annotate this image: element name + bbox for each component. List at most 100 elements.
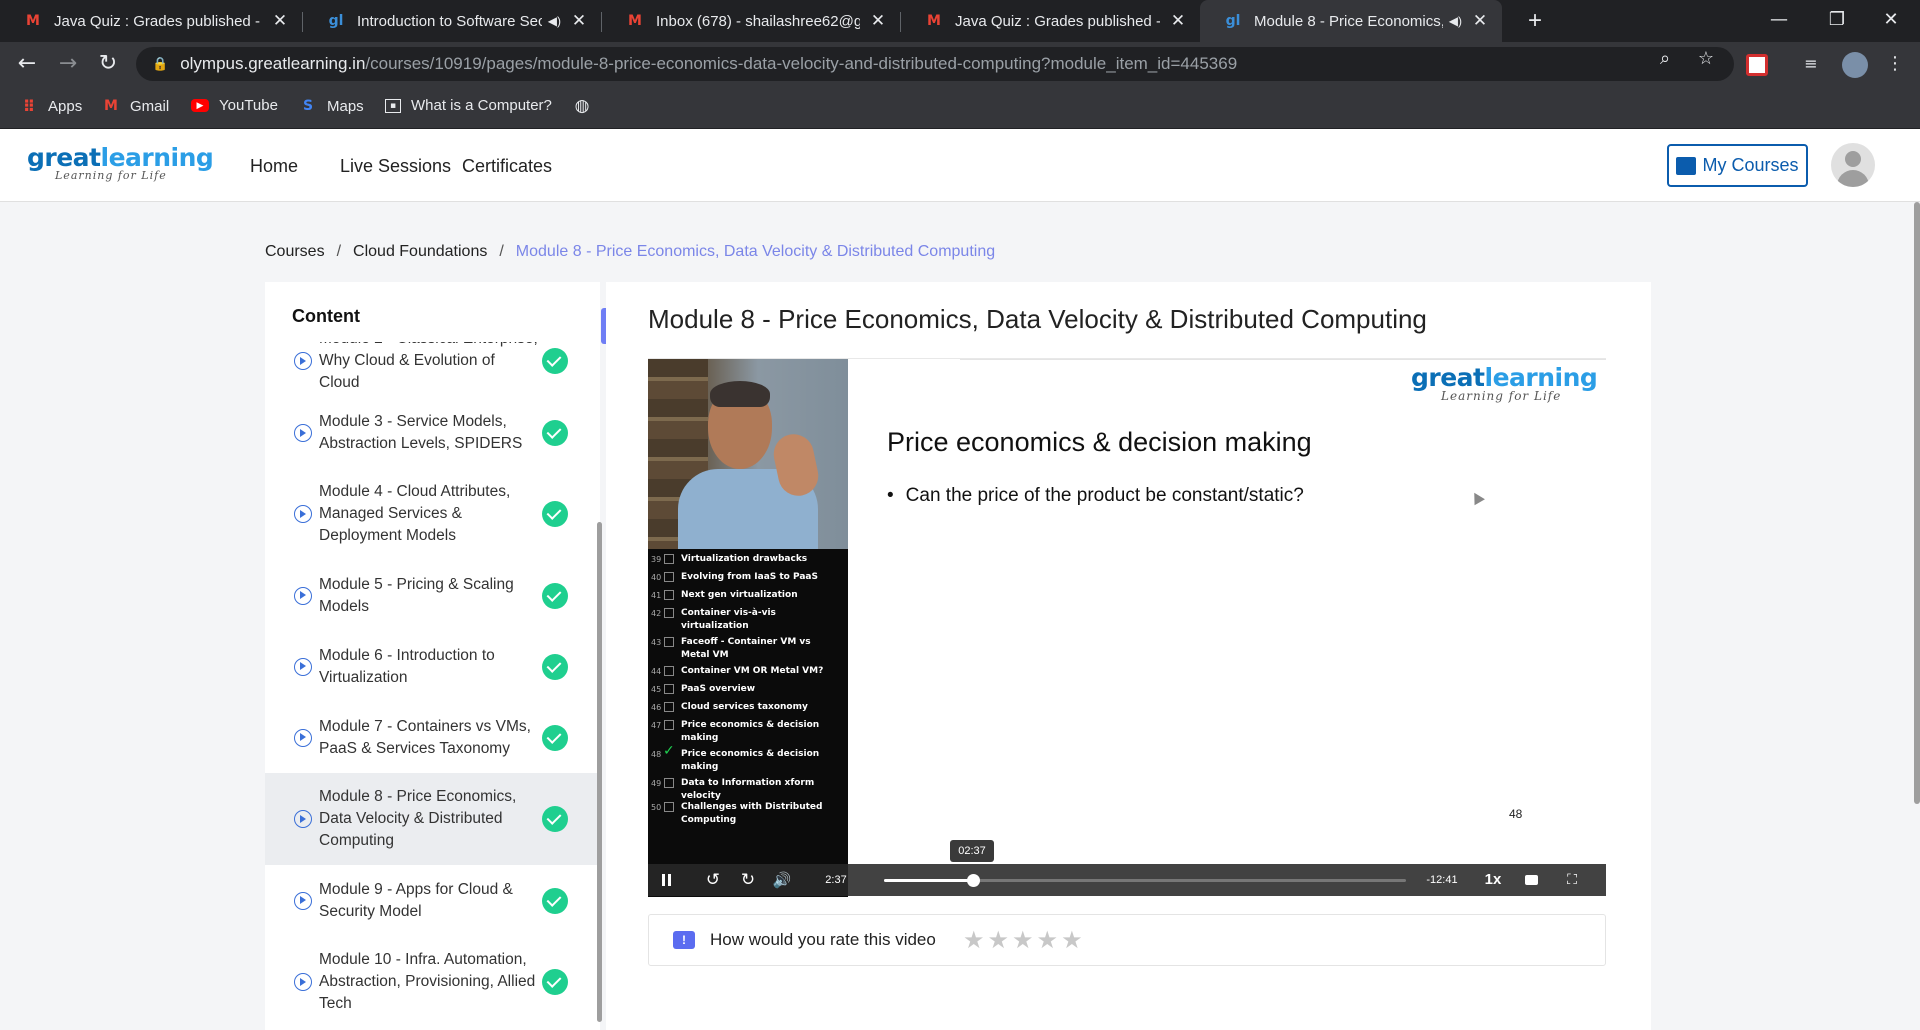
module-label: Module 8 - Price Economics, Data Velocit… <box>319 788 517 849</box>
module-item-4[interactable]: Module 4 - Cloud Attributes, Managed Ser… <box>265 468 598 560</box>
menu-kebab-icon[interactable]: ⋮ <box>1885 54 1905 74</box>
forward-skip-icon[interactable]: ↻ <box>738 864 758 896</box>
seek-bar[interactable] <box>884 874 1406 887</box>
profile-avatar-icon[interactable] <box>1842 52 1868 78</box>
close-tab-icon[interactable]: ✕ <box>1168 11 1188 31</box>
bookmark-apps[interactable]: ⠿ Apps <box>20 97 82 116</box>
zoom-search-icon[interactable]: ⌕ <box>1655 49 1675 69</box>
module-label: Module 6 - Introduction to Virtualizatio… <box>319 646 495 686</box>
checkbox-icon <box>664 554 674 564</box>
checkbox-icon <box>664 572 674 582</box>
nav-home[interactable]: Home <box>250 156 298 177</box>
checkbox-icon <box>664 608 674 618</box>
bookmark-star-icon[interactable]: ☆ <box>1696 49 1716 69</box>
checkbox-icon <box>664 720 674 730</box>
module-item-2[interactable]: Module 2 - Classical Enterprise, Why Clo… <box>265 342 598 398</box>
sidebar-scrollbar[interactable] <box>597 522 602 1022</box>
forward-icon[interactable]: → <box>52 48 84 80</box>
playback-speed-button[interactable]: 1x <box>1478 864 1508 896</box>
breadcrumb-course[interactable]: Cloud Foundations <box>353 243 487 261</box>
module-label: Module 5 - Pricing & Scaling Models <box>319 575 514 615</box>
module-item-9[interactable]: Module 9 - Apps for Cloud & Security Mod… <box>265 865 598 936</box>
module-item-5[interactable]: Module 5 - Pricing & Scaling Models <box>265 560 598 631</box>
new-tab-button[interactable]: + <box>1520 6 1550 36</box>
url-host: olympus.greatlearning.in <box>180 54 366 73</box>
bookmark-youtube[interactable]: ▶ YouTube <box>191 97 278 114</box>
page-scrollbar[interactable] <box>1914 202 1920 804</box>
fullscreen-icon[interactable]: ⛶ <box>1562 864 1582 896</box>
browser-tab[interactable]: M Inbox (678) - shailashree62@gm ✕ <box>602 0 900 42</box>
slide-logo: greatlearning Learning for Life <box>1411 363 1598 403</box>
tab-title: Java Quiz : Grades published - sh <box>54 12 262 30</box>
close-tab-icon[interactable]: ✕ <box>270 11 290 31</box>
close-tab-icon[interactable]: ✕ <box>1470 11 1490 31</box>
gmail-icon: M <box>26 13 40 29</box>
bookmark-label: What is a Computer? <box>411 97 552 114</box>
module-item-7[interactable]: Module 7 - Containers vs VMs, PaaS & Ser… <box>265 702 598 773</box>
play-circle-icon <box>294 810 312 828</box>
media-control-icon[interactable]: ≡ <box>1801 54 1821 74</box>
nav-live-sessions[interactable]: Live Sessions <box>340 156 451 177</box>
module-item-8-active[interactable]: Module 8 - Price Economics, Data Velocit… <box>265 773 598 865</box>
check-icon: ✓ <box>663 743 675 759</box>
breadcrumb-courses[interactable]: Courses <box>265 243 325 261</box>
module-label: Module 9 - Apps for Cloud & Security Mod… <box>319 880 513 920</box>
video-controls: ↺ ↻ 🔊 2:37 -12:41 1x ⛶ <box>648 864 1606 896</box>
reload-icon[interactable]: ↻ <box>92 48 124 80</box>
bookmark-gmail[interactable]: M Gmail <box>102 97 169 115</box>
module-item-3[interactable]: Module 3 - Service Models, Abstraction L… <box>265 398 598 468</box>
nav-certificates[interactable]: Certificates <box>462 156 552 177</box>
restore-icon[interactable]: ❐ <box>1808 0 1866 42</box>
seek-handle[interactable] <box>967 874 981 887</box>
feedback-icon: ! <box>673 931 695 949</box>
pause-icon[interactable] <box>660 864 674 896</box>
video-player[interactable]: 39 Virtualization drawbacks 40 Evolving fro… <box>648 358 1606 897</box>
checkbox-icon <box>664 590 674 600</box>
breadcrumb: Courses / Cloud Foundations / Module 8 -… <box>265 243 996 261</box>
browser-tab[interactable]: M Java Quiz : Grades published - sh ✕ <box>0 0 302 42</box>
my-courses-button[interactable]: My Courses <box>1667 144 1808 187</box>
book-icon <box>1676 156 1697 175</box>
tab-title: Introduction to Software Sec <box>357 12 542 30</box>
speaker-icon[interactable]: ◀) <box>1449 14 1462 28</box>
browser-tab-active[interactable]: gl Module 8 - Price Economics, ◀) ✕ <box>1200 0 1502 42</box>
browser-tab[interactable]: gl Introduction to Software Sec ◀) ✕ <box>303 0 601 42</box>
user-avatar[interactable] <box>1831 143 1875 187</box>
rewind-icon[interactable]: ↺ <box>703 864 723 896</box>
extension-icon[interactable] <box>1746 54 1768 76</box>
volume-icon[interactable]: 🔊 <box>772 864 792 896</box>
bookmark-globe[interactable]: ◍ <box>573 96 601 116</box>
url-path: /courses/10919/pages/module-8-price-econ… <box>365 54 1238 73</box>
module-label: Module 10 - Infra. Automation, Abstracti… <box>319 951 536 1012</box>
speaker-icon[interactable]: ◀) <box>548 14 561 28</box>
close-tab-icon[interactable]: ✕ <box>868 11 888 31</box>
greatlearning-logo[interactable]: greatlearning Learning for Life <box>27 143 214 182</box>
browser-tab-strip: M Java Quiz : Grades published - sh ✕ gl… <box>0 0 1920 42</box>
tab-title: Java Quiz : Grades published - sh <box>955 12 1160 30</box>
captions-icon[interactable] <box>1520 864 1544 896</box>
breadcrumb-current: Module 8 - Price Economics, Data Velocit… <box>515 243 996 260</box>
checkbox-icon <box>664 666 674 676</box>
url-field[interactable]: 🔒 olympus.greatlearning.in/courses/10919… <box>136 47 1734 81</box>
maps-icon: S <box>302 98 314 114</box>
back-icon[interactable]: ← <box>11 48 43 80</box>
bookmark-maps[interactable]: S Maps <box>299 97 364 115</box>
browser-tab[interactable]: M Java Quiz : Grades published - sh ✕ <box>901 0 1200 42</box>
remaining-time: -12:41 <box>1426 874 1458 886</box>
completed-check-icon <box>542 501 568 527</box>
module-item-6[interactable]: Module 6 - Introduction to Virtualizatio… <box>265 631 598 702</box>
module-list: Module 2 - Classical Enterprise, Why Clo… <box>265 342 600 1030</box>
module-item-10[interactable]: Module 10 - Infra. Automation, Abstracti… <box>265 936 598 1028</box>
play-circle-icon <box>294 424 312 442</box>
slide-title: Price economics & decision making <box>887 427 1312 457</box>
bookmark-what-is-a-computer[interactable]: ▪ What is a Computer? <box>385 97 552 114</box>
slide: greatlearning Learning for Life Price ec… <box>848 359 1606 859</box>
bookmark-label: Maps <box>327 97 364 115</box>
close-tab-icon[interactable]: ✕ <box>569 11 589 31</box>
close-window-icon[interactable]: ✕ <box>1862 0 1920 42</box>
checkbox-icon <box>664 637 674 647</box>
completed-check-icon <box>542 969 568 995</box>
minimize-icon[interactable]: — <box>1750 0 1808 42</box>
module-label: Module 7 - Containers vs VMs, PaaS & Ser… <box>319 717 531 757</box>
star-rating[interactable]: ★★★★★ <box>963 926 1086 954</box>
